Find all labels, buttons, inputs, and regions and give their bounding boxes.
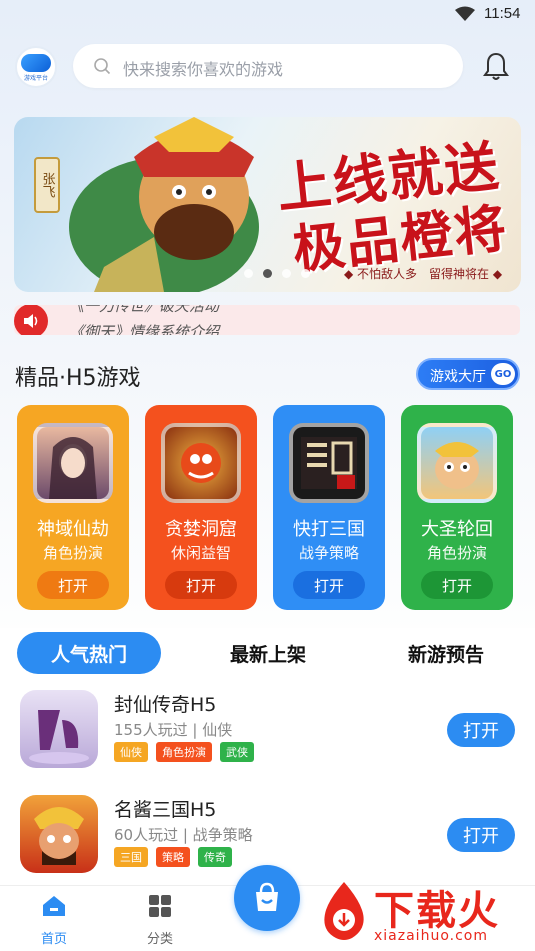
search-bar[interactable]: 快来搜索你喜欢的游戏 — [73, 44, 463, 88]
open-button[interactable]: 打开 — [447, 818, 515, 852]
game-tag: 三国 — [114, 847, 148, 867]
shopping-bag-icon — [256, 882, 278, 911]
status-time: 11:54 — [484, 5, 521, 22]
center-shop-button[interactable] — [234, 865, 300, 931]
carousel-dot[interactable] — [244, 269, 253, 278]
game-tags: 仙侠 角色扮演 武侠 — [114, 742, 254, 762]
speaker-icon — [14, 305, 48, 335]
watermark-url: xiazaihuo.com — [374, 928, 488, 944]
game-tag: 策略 — [156, 847, 190, 867]
game-genre: 战争策略 — [298, 544, 359, 562]
game-thumbnail — [289, 423, 369, 503]
search-placeholder: 快来搜索你喜欢的游戏 — [123, 60, 284, 79]
open-button[interactable]: 打开 — [37, 571, 109, 599]
logo-text: 游戏平台 — [23, 75, 48, 82]
game-name: 名酱三国H5 — [114, 799, 217, 821]
game-tag: 仙侠 — [114, 742, 148, 762]
go-badge: GO — [491, 363, 515, 385]
carousel-dot[interactable] — [282, 269, 291, 278]
game-tag: 武侠 — [220, 742, 254, 762]
h5-game-card[interactable]: 大圣轮回 角色扮演 打开 — [401, 405, 513, 610]
game-icon — [20, 690, 98, 768]
game-tag: 传奇 — [198, 847, 232, 867]
game-thumbnail — [417, 423, 497, 503]
notice-ticker[interactable]: 《一刀传世》破天活动 《御天》情缘系统介绍 — [14, 305, 520, 335]
nav-home[interactable]: 首页 — [19, 892, 89, 947]
hero-name-tag: 张飞 — [34, 157, 60, 213]
cloud-logo-icon — [21, 54, 51, 72]
game-title: 大圣轮回 — [421, 519, 493, 540]
search-icon — [94, 58, 111, 75]
nav-category-label: 分类 — [146, 932, 173, 947]
watermark-logo: 下载火 xiazaihuo.com — [318, 878, 533, 948]
game-thumbnail — [33, 423, 113, 503]
wifi-icon — [455, 6, 475, 21]
notice-item[interactable]: 《一刀传世》破天活动 — [69, 305, 219, 316]
grid-icon — [149, 895, 171, 917]
h5-game-cards: 神域仙劫 角色扮演 打开 贪婪洞窟 休闲益智 打开 快打三国 战争策略 打开 大… — [17, 405, 517, 610]
list-tabs: 人气热门 最新上架 新游预告 — [0, 628, 535, 680]
banner-slogan: ◆ 不怕敌人多 留得神将在 ◆ — [344, 267, 503, 281]
game-thumbnail — [161, 423, 241, 503]
notice-item[interactable]: 《御天》情缘系统介绍 — [69, 321, 219, 335]
home-icon — [43, 896, 65, 916]
h5-game-card[interactable]: 快打三国 战争策略 打开 — [273, 405, 385, 610]
game-name: 封仙传奇H5 — [114, 694, 217, 716]
open-button[interactable]: 打开 — [447, 713, 515, 747]
carousel-dot-active[interactable] — [263, 269, 272, 278]
h5-game-card[interactable]: 神域仙劫 角色扮演 打开 — [17, 405, 129, 610]
game-genre: 角色扮演 — [42, 544, 103, 562]
game-tags: 三国 策略 传奇 — [114, 847, 232, 867]
game-hall-label: 游戏大厅 — [430, 369, 486, 385]
game-hall-button[interactable]: 游戏大厅 GO — [416, 358, 520, 390]
game-title: 快打三国 — [293, 519, 365, 540]
game-icon — [20, 795, 98, 873]
tab-upcoming[interactable]: 新游预告 — [374, 632, 518, 674]
promo-banner[interactable]: 张飞 上线就送 极品橙将 ◆ 不怕敌人多 留得神将在 ◆ — [14, 117, 521, 292]
open-button[interactable]: 打开 — [165, 571, 237, 599]
nav-home-label: 首页 — [40, 932, 67, 947]
tab-newest[interactable]: 最新上架 — [196, 632, 340, 674]
section-title: 精品·H5游戏 — [15, 366, 141, 391]
list-item[interactable]: 封仙传奇H5 155人玩过 | 仙侠 仙侠 角色扮演 武侠 打开 — [0, 680, 535, 785]
game-tag: 角色扮演 — [156, 742, 212, 762]
hero-character-illustration — [69, 117, 259, 292]
game-title: 贪婪洞窟 — [165, 519, 237, 540]
game-genre: 角色扮演 — [426, 544, 487, 562]
app-logo[interactable]: 游戏平台 — [15, 46, 57, 88]
tab-popular[interactable]: 人气热门 — [17, 632, 161, 674]
fire-logo-icon — [324, 882, 364, 940]
game-title: 神域仙劫 — [37, 519, 109, 540]
carousel-dot[interactable] — [301, 269, 310, 278]
game-meta: 155人玩过 | 仙侠 — [114, 721, 233, 739]
game-meta: 60人玩过 | 战争策略 — [114, 826, 253, 844]
header: 游戏平台 快来搜索你喜欢的游戏 — [0, 40, 535, 95]
status-bar: 11:54 — [0, 0, 535, 30]
nav-category[interactable]: 分类 — [125, 892, 195, 947]
h5-game-card[interactable]: 贪婪洞窟 休闲益智 打开 — [145, 405, 257, 610]
open-button[interactable]: 打开 — [421, 571, 493, 599]
game-genre: 休闲益智 — [170, 544, 231, 562]
bell-icon[interactable] — [481, 50, 511, 82]
open-button[interactable]: 打开 — [293, 571, 365, 599]
carousel-dots — [244, 269, 310, 278]
